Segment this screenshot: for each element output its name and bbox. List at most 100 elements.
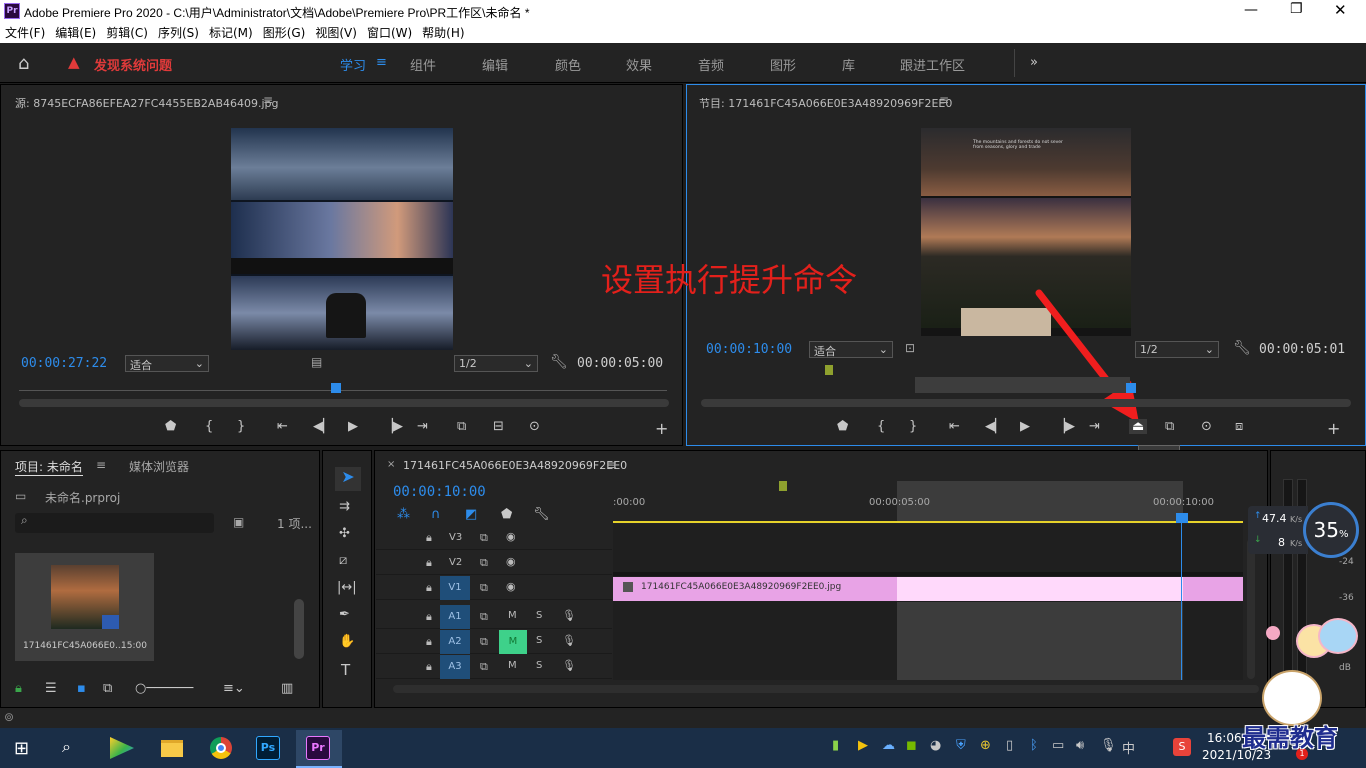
system-warning[interactable]: 发现系统问题 <box>94 55 172 74</box>
timeline-scrollbar[interactable] <box>393 685 1259 693</box>
menu-lines-icon[interactable]: ≡ <box>376 55 387 70</box>
sequence-tab[interactable]: 171461FC45A066E0E3A48920969F2EE0 <box>403 459 627 472</box>
eye-icon[interactable]: ◉ <box>506 580 516 593</box>
eye-icon[interactable]: ◉ <box>506 530 516 543</box>
lock-icon[interactable]: 🔒︎ <box>426 581 432 595</box>
freeform-view-icon[interactable]: ⧉ <box>103 681 112 696</box>
battery-icon[interactable]: ▮ <box>832 738 839 753</box>
add-marker-icon[interactable]: ⬟ <box>165 419 176 434</box>
tab-graphics[interactable]: 图形 <box>770 55 796 74</box>
tab-editing[interactable]: 编辑 <box>482 55 508 74</box>
sync-icon[interactable]: ⧉ <box>480 581 488 595</box>
track-label-v1[interactable]: V1 <box>440 576 470 600</box>
track-label-a3[interactable]: A3 <box>440 655 470 679</box>
step-back-icon[interactable]: ◀▏ <box>985 419 1005 434</box>
extract-icon[interactable]: ⧉ <box>1165 419 1174 434</box>
zoom-slider[interactable]: ○────── <box>135 681 193 696</box>
step-forward-icon[interactable]: ▕▶ <box>383 419 403 434</box>
lift-icon[interactable]: ⏏ <box>1129 419 1148 434</box>
settings-wrench-icon[interactable]: 🔧︎ <box>533 507 550 522</box>
icon-view-icon[interactable]: ▪ <box>77 681 86 696</box>
clip-thumbnail[interactable]: 171461FC45A066E0... 15:00 <box>15 553 154 661</box>
eye-icon[interactable]: ◉ <box>506 555 516 568</box>
hand-icon[interactable]: ✋ <box>339 634 355 649</box>
lock-icon[interactable]: 🔒︎ <box>426 531 432 545</box>
lock-icon[interactable]: 🔒︎ <box>426 610 432 624</box>
file-explorer-icon[interactable] <box>161 740 183 757</box>
selection-tool-icon[interactable]: ➤ <box>335 467 361 491</box>
pen-icon[interactable]: ✒ <box>339 607 350 622</box>
panel-menu-icon[interactable]: ≡ <box>96 458 106 472</box>
play-icon[interactable]: ▶ <box>1020 419 1030 434</box>
track-label-a1[interactable]: A1 <box>440 605 470 629</box>
photoshop-taskbar-button[interactable]: Ps <box>256 736 280 760</box>
more-workspaces-icon[interactable]: » <box>1030 55 1038 70</box>
source-zoom-bar[interactable] <box>19 399 669 407</box>
mute-button[interactable]: M <box>508 660 517 671</box>
ripple-edit-icon[interactable]: ✣ <box>339 526 350 541</box>
program-timecode[interactable]: 00:00:10:00 <box>706 342 792 357</box>
sort-icon[interactable]: ≡⌄ <box>223 681 245 696</box>
program-in-out-range[interactable] <box>915 377 1130 393</box>
mark-out-icon[interactable]: } <box>909 419 917 434</box>
panel-menu-icon[interactable]: ≡ <box>939 93 949 107</box>
comparison-view-icon[interactable]: ⧈ <box>1235 419 1243 434</box>
track-label-a2[interactable]: A2 <box>440 630 470 654</box>
cloud-icon[interactable]: ☁ <box>882 738 895 753</box>
sync-icon[interactable]: ⧉ <box>480 610 488 624</box>
mic-icon[interactable]: 🎙︎ <box>562 659 576 672</box>
menu-view[interactable]: 视图(V) <box>310 23 362 43</box>
mark-in-icon[interactable]: { <box>877 419 885 434</box>
mic-icon[interactable]: 🎙︎ <box>562 609 576 622</box>
go-to-out-icon[interactable]: ⇥ <box>417 419 428 434</box>
tab-assembly[interactable]: 组件 <box>410 55 436 74</box>
sync-icon[interactable]: ⧉ <box>480 635 488 649</box>
tab-effects[interactable]: 效果 <box>626 55 652 74</box>
close-tab-icon[interactable]: × <box>387 459 395 470</box>
tab-learn[interactable]: 学习 <box>340 55 366 74</box>
network-icon[interactable]: ▭ <box>1052 738 1064 753</box>
lock-icon[interactable]: 🔒︎ <box>15 681 22 696</box>
microphone-tray-icon[interactable]: 🎙︎ <box>1100 738 1117 753</box>
insert-icon[interactable]: ⧉ <box>457 419 466 434</box>
source-timecode[interactable]: 00:00:27:22 <box>21 356 107 371</box>
go-to-out-icon[interactable]: ⇥ <box>1089 419 1100 434</box>
menu-graphics[interactable]: 图形(G) <box>258 23 311 43</box>
mute-button[interactable]: M <box>508 610 517 621</box>
cpu-gauge[interactable]: 35% <box>1303 502 1359 558</box>
qq-icon[interactable]: ◕ <box>930 738 941 753</box>
step-back-icon[interactable]: ◀▏ <box>313 419 333 434</box>
media-tray-icon[interactable]: ▶ <box>858 738 868 753</box>
program-playhead[interactable] <box>1126 383 1136 393</box>
menu-marker[interactable]: 标记(M) <box>204 23 258 43</box>
step-forward-icon[interactable]: ▕▶ <box>1055 419 1075 434</box>
solo-button[interactable]: S <box>536 660 542 671</box>
mark-out-icon[interactable]: } <box>237 419 245 434</box>
timeline-playhead-head[interactable] <box>1176 513 1188 523</box>
mark-in-icon[interactable]: { <box>205 419 213 434</box>
sync-icon[interactable]: ⧉ <box>480 531 488 545</box>
lock-icon[interactable]: 🔒︎ <box>426 660 432 674</box>
search-icon[interactable]: ⌕ <box>62 737 71 757</box>
tab-media-browser[interactable]: 媒体浏览器 <box>129 458 189 475</box>
track-select-icon[interactable]: ⇉ <box>339 499 350 514</box>
nest-icon[interactable]: ⁂ <box>397 507 410 522</box>
add-marker-icon[interactable]: ⬟ <box>837 419 848 434</box>
minimize-button[interactable]: — <box>1244 2 1258 18</box>
sync-icon[interactable]: ⧉ <box>480 556 488 570</box>
windows-start-icon[interactable]: ⊞ <box>14 738 29 759</box>
chrome-icon[interactable] <box>210 737 232 759</box>
source-resolution-select[interactable]: 1/2 ⌄ <box>454 355 538 372</box>
slip-icon[interactable]: |↔| <box>337 580 357 595</box>
timeline-timecode[interactable]: 00:00:10:00 <box>393 484 486 500</box>
wrench-icon[interactable]: 🔧︎ <box>550 354 568 370</box>
menu-help[interactable]: 帮助(H) <box>417 23 469 43</box>
vertical-scroll[interactable] <box>1247 539 1255 679</box>
panel-menu-icon[interactable]: ≡ <box>607 458 617 472</box>
program-settings-icon[interactable]: ⊡ <box>905 341 915 355</box>
tab-libraries[interactable]: 库 <box>842 55 855 74</box>
plus-circle-icon[interactable]: ⊕ <box>980 738 991 753</box>
panel-menu-icon[interactable]: ≡ <box>263 93 273 107</box>
timeline-marker[interactable] <box>779 481 787 491</box>
program-marker[interactable] <box>825 365 833 375</box>
